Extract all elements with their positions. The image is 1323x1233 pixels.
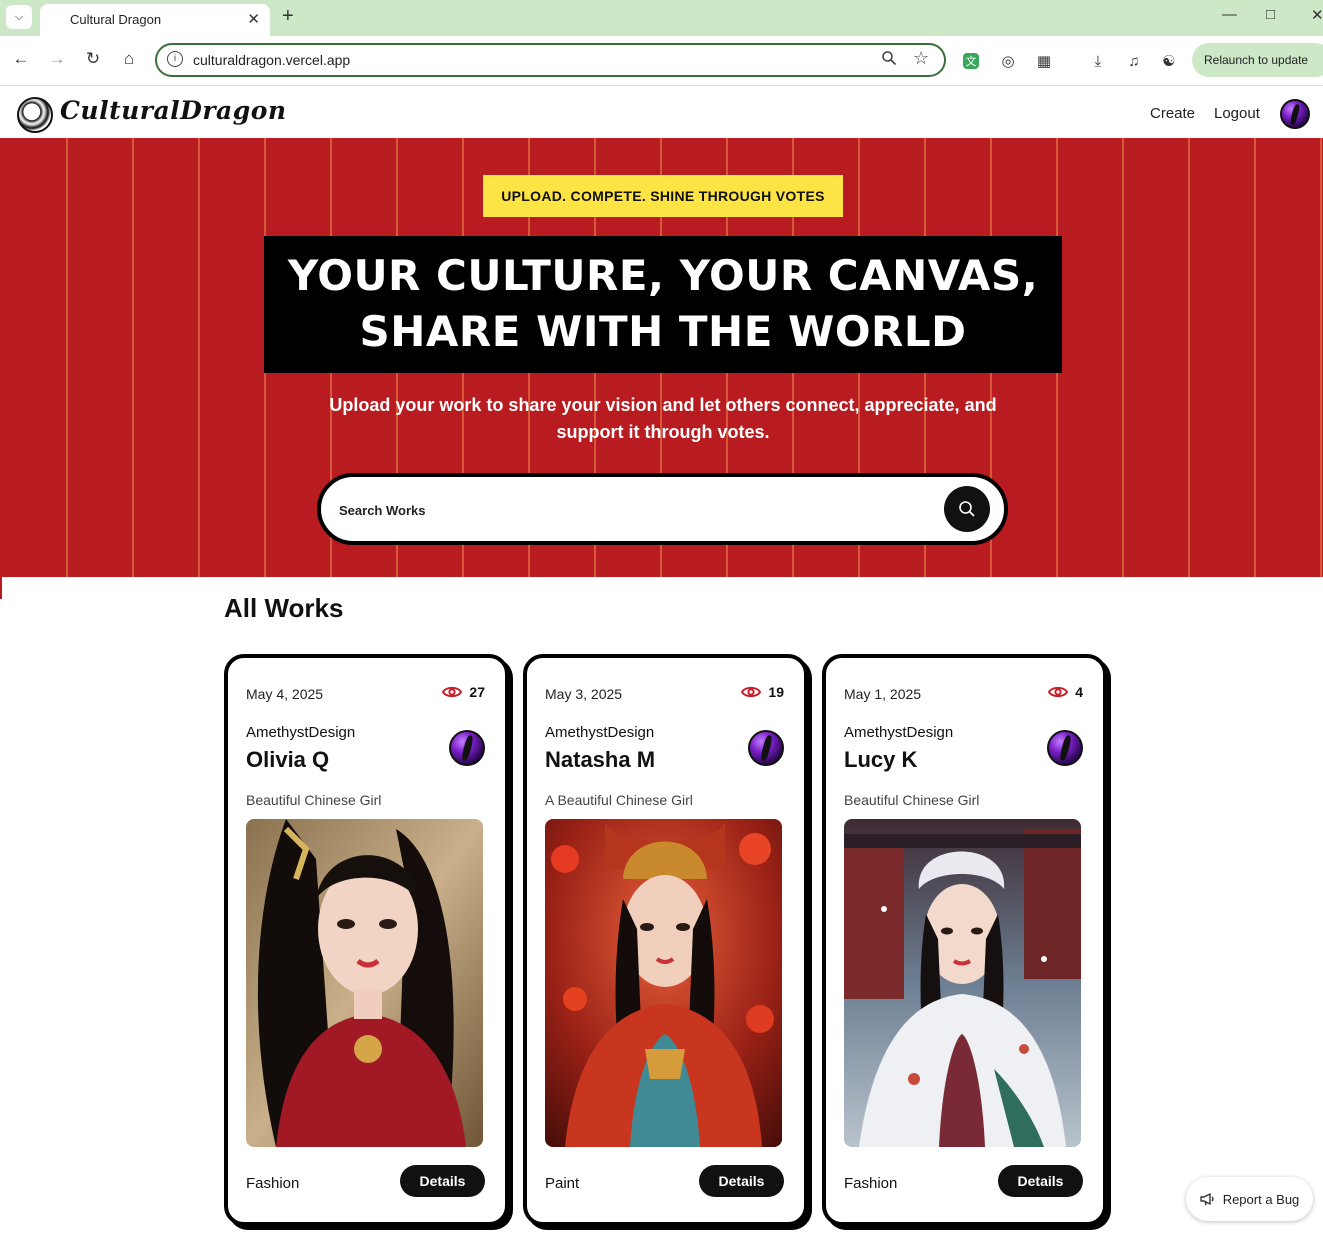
eye-icon: [1048, 686, 1069, 698]
details-button[interactable]: Details: [699, 1165, 784, 1197]
profile-extension-icon[interactable]: ☯: [1159, 51, 1179, 71]
card-description: A Beautiful Chinese Girl: [545, 792, 693, 808]
user-avatar[interactable]: [1280, 99, 1310, 129]
card-views: 4: [1048, 684, 1083, 700]
artwork-image[interactable]: [844, 819, 1081, 1147]
dragon-logo-icon[interactable]: [17, 97, 53, 133]
tab-title: Cultural Dragon: [70, 12, 162, 27]
globe-extension-icon[interactable]: ◎: [998, 51, 1018, 71]
home-icon[interactable]: ⌂: [118, 49, 140, 69]
card-category: Fashion: [246, 1175, 300, 1192]
work-card[interactable]: May 4, 2025 27 AmethystDesign Olivia Q B…: [224, 654, 509, 1226]
address-bar[interactable]: i culturaldragon.vercel.app ☆: [155, 43, 946, 77]
maximize-icon[interactable]: □: [1266, 6, 1275, 23]
back-icon[interactable]: ←: [10, 49, 32, 69]
minimize-icon[interactable]: —: [1222, 6, 1237, 23]
bookmark-star-icon[interactable]: ☆: [913, 48, 929, 69]
nav-logout-link[interactable]: Logout: [1214, 105, 1260, 122]
view-count: 19: [768, 684, 784, 700]
card-title: Lucy K: [844, 747, 918, 772]
section-title: All Works: [224, 593, 344, 623]
relaunch-button[interactable]: Relaunch to update: [1192, 43, 1323, 77]
view-count: 27: [469, 684, 485, 700]
search-button[interactable]: [944, 486, 990, 532]
extensions-puzzle-icon[interactable]: ▦: [1034, 51, 1054, 71]
download-icon[interactable]: ⤓: [1088, 51, 1108, 71]
nav-create-link[interactable]: Create: [1150, 105, 1195, 122]
hero-title-line-1: YOUR CULTURE, YOUR CANVAS,: [287, 251, 1039, 300]
translate-extension-icon[interactable]: 文: [963, 53, 979, 69]
new-tab-button[interactable]: +: [282, 5, 294, 28]
eye-icon: [741, 686, 762, 698]
card-views: 19: [741, 684, 784, 700]
card-description: Beautiful Chinese Girl: [844, 792, 980, 808]
work-card[interactable]: May 3, 2025 19 AmethystDesign Natasha M …: [523, 654, 808, 1226]
site-header: CulturalDragon Create Logout: [0, 86, 1323, 138]
url-text[interactable]: culturaldragon.vercel.app: [193, 52, 350, 68]
author-avatar[interactable]: [748, 730, 784, 766]
media-queue-icon[interactable]: ♫: [1124, 51, 1144, 71]
card-author[interactable]: AmethystDesign: [844, 724, 953, 741]
search-input[interactable]: [339, 497, 919, 523]
megaphone-icon: [1199, 1193, 1214, 1206]
site-logo[interactable]: CulturalDragon: [60, 96, 287, 125]
card-date: May 3, 2025: [545, 686, 623, 702]
browser-tab[interactable]: Cultural Dragon ✕: [40, 4, 270, 36]
details-button[interactable]: Details: [998, 1165, 1083, 1197]
browser-toolbar: ← → ↻ ⌂ i culturaldragon.vercel.app ☆ 文 …: [0, 36, 1323, 86]
card-date: May 4, 2025: [246, 686, 324, 702]
card-author[interactable]: AmethystDesign: [246, 724, 355, 741]
hero-subtitle: Upload your work to share your vision an…: [329, 395, 997, 442]
hero-tagline-badge: UPLOAD. COMPETE. SHINE THROUGH VOTES: [483, 175, 843, 217]
view-count: 4: [1075, 684, 1083, 700]
report-bug-label: Report a Bug: [1222, 1191, 1300, 1207]
author-avatar[interactable]: [1047, 730, 1083, 766]
forward-icon[interactable]: →: [46, 49, 68, 69]
card-author[interactable]: AmethystDesign: [545, 724, 654, 741]
hero-title: YOUR CULTURE, YOUR CANVAS, SHARE WITH TH…: [264, 236, 1062, 373]
report-bug-button[interactable]: Report a Bug: [1186, 1177, 1313, 1221]
artwork-image[interactable]: [246, 819, 483, 1147]
card-views: 27: [442, 684, 485, 700]
tab-search-button[interactable]: ⌵: [6, 5, 32, 29]
zoom-icon[interactable]: [881, 50, 897, 70]
card-title: Olivia Q: [246, 747, 330, 772]
hero-title-line-2: SHARE WITH THE WORLD: [359, 307, 967, 356]
window-close-icon[interactable]: ✕: [1311, 6, 1323, 24]
hero-edge-decoration: [0, 577, 2, 599]
card-date: May 1, 2025: [844, 686, 922, 702]
card-category: Paint: [545, 1175, 580, 1192]
reload-icon[interactable]: ↻: [82, 49, 104, 69]
eye-icon: [442, 686, 463, 698]
close-icon[interactable]: ✕: [247, 10, 260, 28]
card-title: Natasha M: [545, 747, 656, 772]
work-card[interactable]: May 1, 2025 4 AmethystDesign Lucy K Beau…: [822, 654, 1107, 1226]
details-button[interactable]: Details: [400, 1165, 485, 1197]
card-description: Beautiful Chinese Girl: [246, 792, 382, 808]
card-category: Fashion: [844, 1175, 898, 1192]
relaunch-label: Relaunch to update: [1204, 53, 1309, 67]
author-avatar[interactable]: [449, 730, 485, 766]
search-bar: [317, 473, 1008, 545]
artwork-image[interactable]: [545, 819, 782, 1147]
search-icon: [959, 501, 975, 517]
site-info-icon[interactable]: i: [167, 51, 183, 67]
hero-section: UPLOAD. COMPETE. SHINE THROUGH VOTES YOU…: [0, 138, 1323, 577]
browser-tab-bar: ⌵ Cultural Dragon ✕ + — □ ✕: [0, 0, 1323, 36]
